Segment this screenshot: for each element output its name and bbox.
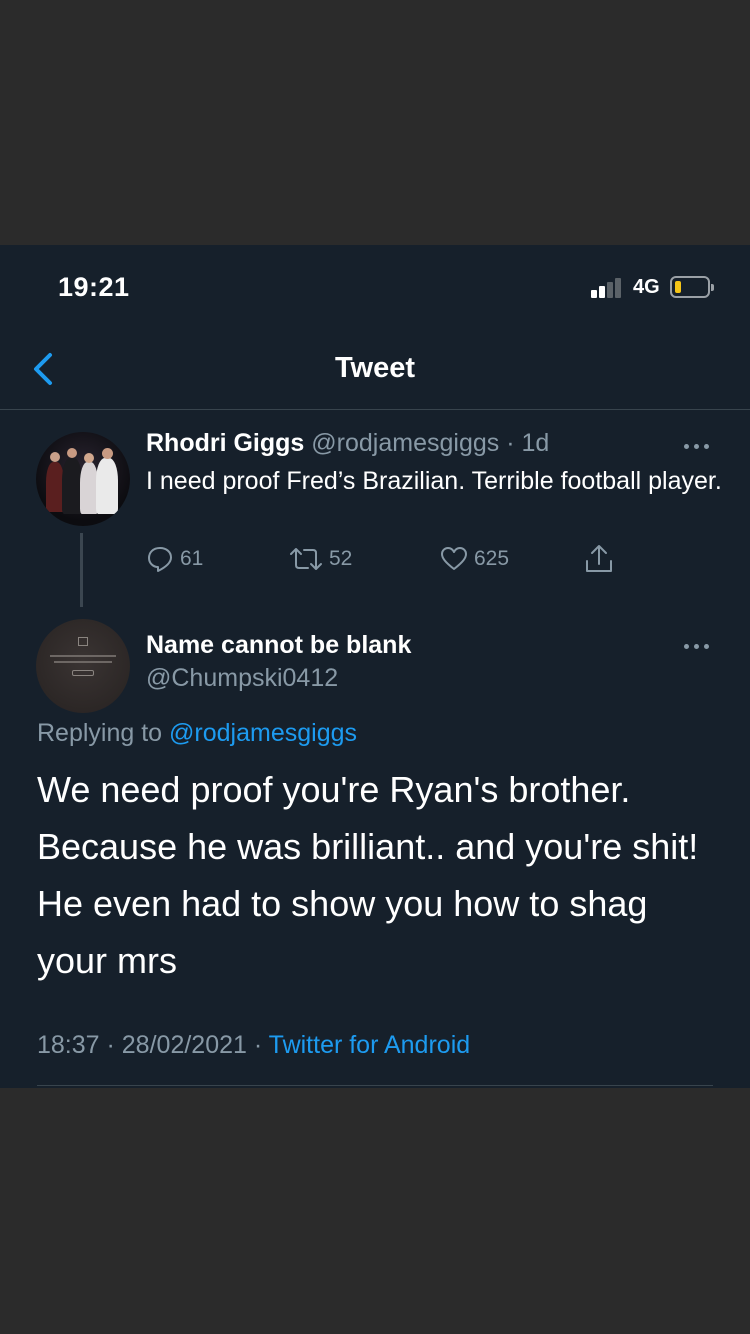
share-icon	[586, 545, 612, 572]
heart-icon	[441, 547, 467, 570]
avatar[interactable]	[36, 432, 130, 526]
replying-to-link[interactable]: @rodjamesgiggs	[169, 719, 357, 747]
replying-prefix: Replying to	[37, 719, 163, 747]
separator: ·	[246, 1031, 269, 1059]
replying-to: Replying to @rodjamesgiggs	[37, 719, 357, 748]
reply-icon	[148, 547, 172, 572]
author-name[interactable]: Rhodri Giggs	[146, 429, 304, 457]
tweet-actions: 61 52 625	[0, 541, 750, 581]
retweet-icon	[290, 548, 322, 570]
page-title: Tweet	[334, 352, 416, 384]
retweet-button[interactable]: 52	[289, 541, 352, 577]
author-handle[interactable]: @rodjamesgiggs	[311, 429, 499, 457]
retweet-count: 52	[329, 547, 353, 570]
like-button[interactable]: 625	[440, 541, 509, 577]
parent-tweet-text: I need proof Fred’s Brazilian. Terrible …	[146, 467, 722, 495]
tweet-date: 28/02/2021	[121, 1031, 247, 1059]
author-name[interactable]: Name cannot be blank	[146, 631, 411, 660]
tweet-source-link[interactable]: Twitter for Android	[269, 1031, 470, 1059]
image-placeholder-icon	[78, 637, 88, 646]
status-bar: 19:21 4G	[0, 245, 750, 325]
bottom-letterbox	[0, 1088, 750, 1334]
tweet-time: 18:37	[37, 1031, 100, 1059]
reply-count: 61	[180, 547, 204, 570]
battery-icon	[670, 276, 714, 298]
chevron-left-icon[interactable]	[30, 349, 56, 389]
more-horizontal-icon[interactable]	[684, 642, 712, 650]
top-letterbox	[0, 0, 750, 245]
more-horizontal-icon[interactable]	[684, 442, 712, 450]
divider	[37, 1085, 713, 1086]
reply-button[interactable]: 61	[146, 541, 203, 577]
tweet-screen: 19:21 4G Tweet Rhodri Giggs @rodjamesgig…	[0, 245, 750, 1088]
signal-strength-icon	[591, 278, 625, 298]
status-time: 19:21	[58, 272, 130, 302]
main-tweet-text: We need proof you're Ryan's brother. Bec…	[37, 769, 699, 981]
separator: ·	[99, 1031, 122, 1059]
author-handle[interactable]: @Chumpski0412	[146, 664, 338, 693]
network-type: 4G	[633, 276, 660, 298]
parent-tweet-header: Rhodri Giggs @rodjamesgiggs · 1d	[146, 429, 549, 458]
like-count: 625	[474, 547, 510, 570]
tweet-age: 1d	[521, 429, 550, 457]
share-button[interactable]	[584, 541, 614, 577]
separator: ·	[506, 429, 515, 457]
nav-bar: Tweet	[0, 325, 750, 410]
avatar[interactable]	[36, 619, 130, 713]
tweet-meta: 18:37 · 28/02/2021 · Twitter for Android	[37, 1031, 470, 1060]
